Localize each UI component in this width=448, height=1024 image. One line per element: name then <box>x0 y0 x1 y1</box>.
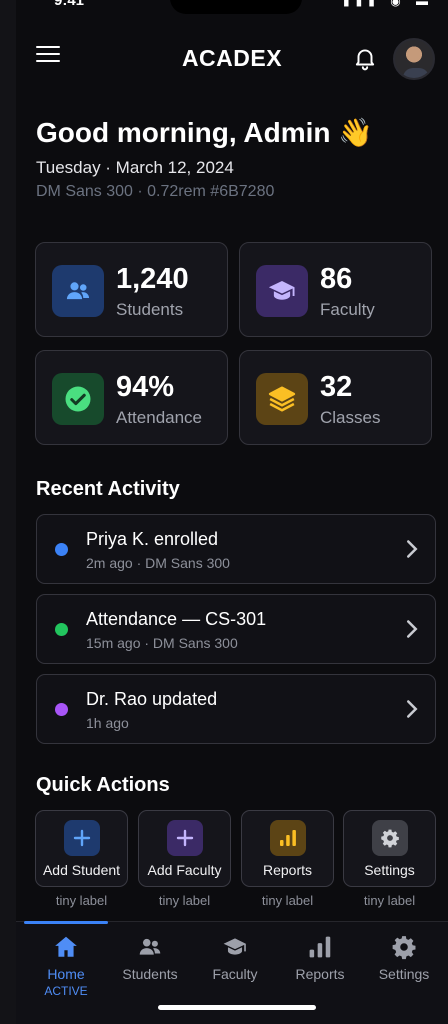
chevron-right-icon <box>407 540 418 558</box>
nav-label: Reports <box>295 966 345 982</box>
home-icon <box>55 936 77 957</box>
users-icon <box>139 938 161 955</box>
status-dot <box>55 703 68 716</box>
active-tab-indicator <box>24 921 108 924</box>
plus-icon <box>167 820 203 856</box>
layers-icon <box>256 373 308 425</box>
app-header: ACADEX <box>16 34 448 82</box>
nav-faculty[interactable]: Faculty <box>192 930 278 1000</box>
stat-label: Classes <box>320 408 381 427</box>
plus-icon <box>64 820 100 856</box>
stat-value: 1,240 <box>116 263 189 295</box>
graduation-cap-icon <box>256 265 308 317</box>
graduation-cap-icon <box>223 938 246 955</box>
quick-action-label: Add Student <box>42 862 121 878</box>
add-faculty-button[interactable]: Add Faculty <box>138 810 231 887</box>
activity-subtitle: 2m ago · DM Sans 300 <box>86 555 230 571</box>
bar-chart-icon <box>270 820 306 856</box>
activity-item[interactable]: Priya K. enrolled 2m ago · DM Sans 300 <box>36 514 436 584</box>
activity-subtitle: 15m ago · DM Sans 300 <box>86 635 238 651</box>
nav-reports[interactable]: Reports <box>277 930 363 1000</box>
activity-title: Attendance — CS-301 <box>86 609 267 629</box>
nav-label: Students <box>122 966 178 982</box>
type-spec-caption: DM Sans 300 · 0.72rem #6B7280 <box>36 183 275 200</box>
tiny-label: tiny label <box>55 893 108 908</box>
gear-icon <box>392 936 416 960</box>
tiny-label: tiny label <box>363 893 416 908</box>
nav-label: Faculty <box>212 966 258 982</box>
quick-action-label: Add Faculty <box>147 862 222 878</box>
users-icon <box>52 265 104 317</box>
nav-students[interactable]: Students <box>107 930 193 1000</box>
stat-value: 32 <box>320 371 353 403</box>
nav-home[interactable]: Home ACTIVE <box>23 930 109 1000</box>
activity-subtitle: 1h ago <box>86 715 129 731</box>
stat-card-attendance[interactable]: 94% Attendance <box>35 350 228 445</box>
recent-activity-heading: Recent Activity <box>36 478 180 500</box>
activity-title: Priya K. enrolled <box>86 529 219 549</box>
chevron-right-icon <box>407 620 418 638</box>
tiny-label: tiny label <box>261 893 314 908</box>
wave-emoji: 👋 <box>338 117 374 148</box>
stat-label: Faculty <box>320 300 375 319</box>
current-date: Tuesday · March 12, 2024 <box>36 158 234 177</box>
stat-value: 86 <box>320 263 353 295</box>
chevron-right-icon <box>407 700 418 718</box>
status-dot <box>55 543 68 556</box>
greeting-title: Good morning, Admin 👋 <box>36 116 373 149</box>
app-brand: ACADEX <box>181 45 283 71</box>
settings-button[interactable]: Settings <box>343 810 436 887</box>
app-screen: 9:41 ▮▮▮ ◉ ▬ ACADEX Good morning, Admin … <box>16 0 448 1024</box>
stat-label: Students <box>116 300 184 319</box>
quick-actions-heading: Quick Actions <box>36 774 170 796</box>
gear-icon <box>372 820 408 856</box>
greeting-text: Good morning, Admin <box>36 117 331 148</box>
quick-action-label: Settings <box>364 862 415 878</box>
nav-label: Settings <box>378 966 430 982</box>
tiny-label: tiny label <box>158 893 211 908</box>
status-time: 9:41 <box>54 0 85 9</box>
nav-label: Home <box>47 966 85 982</box>
quick-action-label: Reports <box>262 862 313 878</box>
status-icons: ▮▮▮ ◉ ▬ <box>343 0 434 8</box>
activity-item[interactable]: Dr. Rao updated 1h ago <box>36 674 436 744</box>
stat-card-faculty[interactable]: 86 Faculty <box>239 242 432 337</box>
background-edge <box>0 0 16 1024</box>
activity-item[interactable]: Attendance — CS-301 15m ago · DM Sans 30… <box>36 594 436 664</box>
home-indicator <box>158 1005 316 1010</box>
activity-title: Dr. Rao updated <box>86 689 218 709</box>
add-student-button[interactable]: Add Student <box>35 810 128 887</box>
camera-notch <box>170 0 302 14</box>
bar-chart-icon <box>309 936 331 958</box>
reports-button[interactable]: Reports <box>241 810 334 887</box>
stat-label: Attendance <box>116 408 203 427</box>
avatar[interactable] <box>393 38 435 80</box>
status-bar: 9:41 ▮▮▮ ◉ ▬ <box>16 0 448 14</box>
stat-value: 94% <box>116 371 175 403</box>
check-circle-icon <box>52 373 104 425</box>
status-dot <box>55 623 68 636</box>
nav-settings[interactable]: Settings <box>361 930 447 1000</box>
active-tag: ACTIVE <box>44 984 88 998</box>
stat-card-students[interactable]: 1,240 Students <box>35 242 228 337</box>
bell-icon[interactable] <box>352 45 378 71</box>
stat-card-classes[interactable]: 32 Classes <box>239 350 432 445</box>
